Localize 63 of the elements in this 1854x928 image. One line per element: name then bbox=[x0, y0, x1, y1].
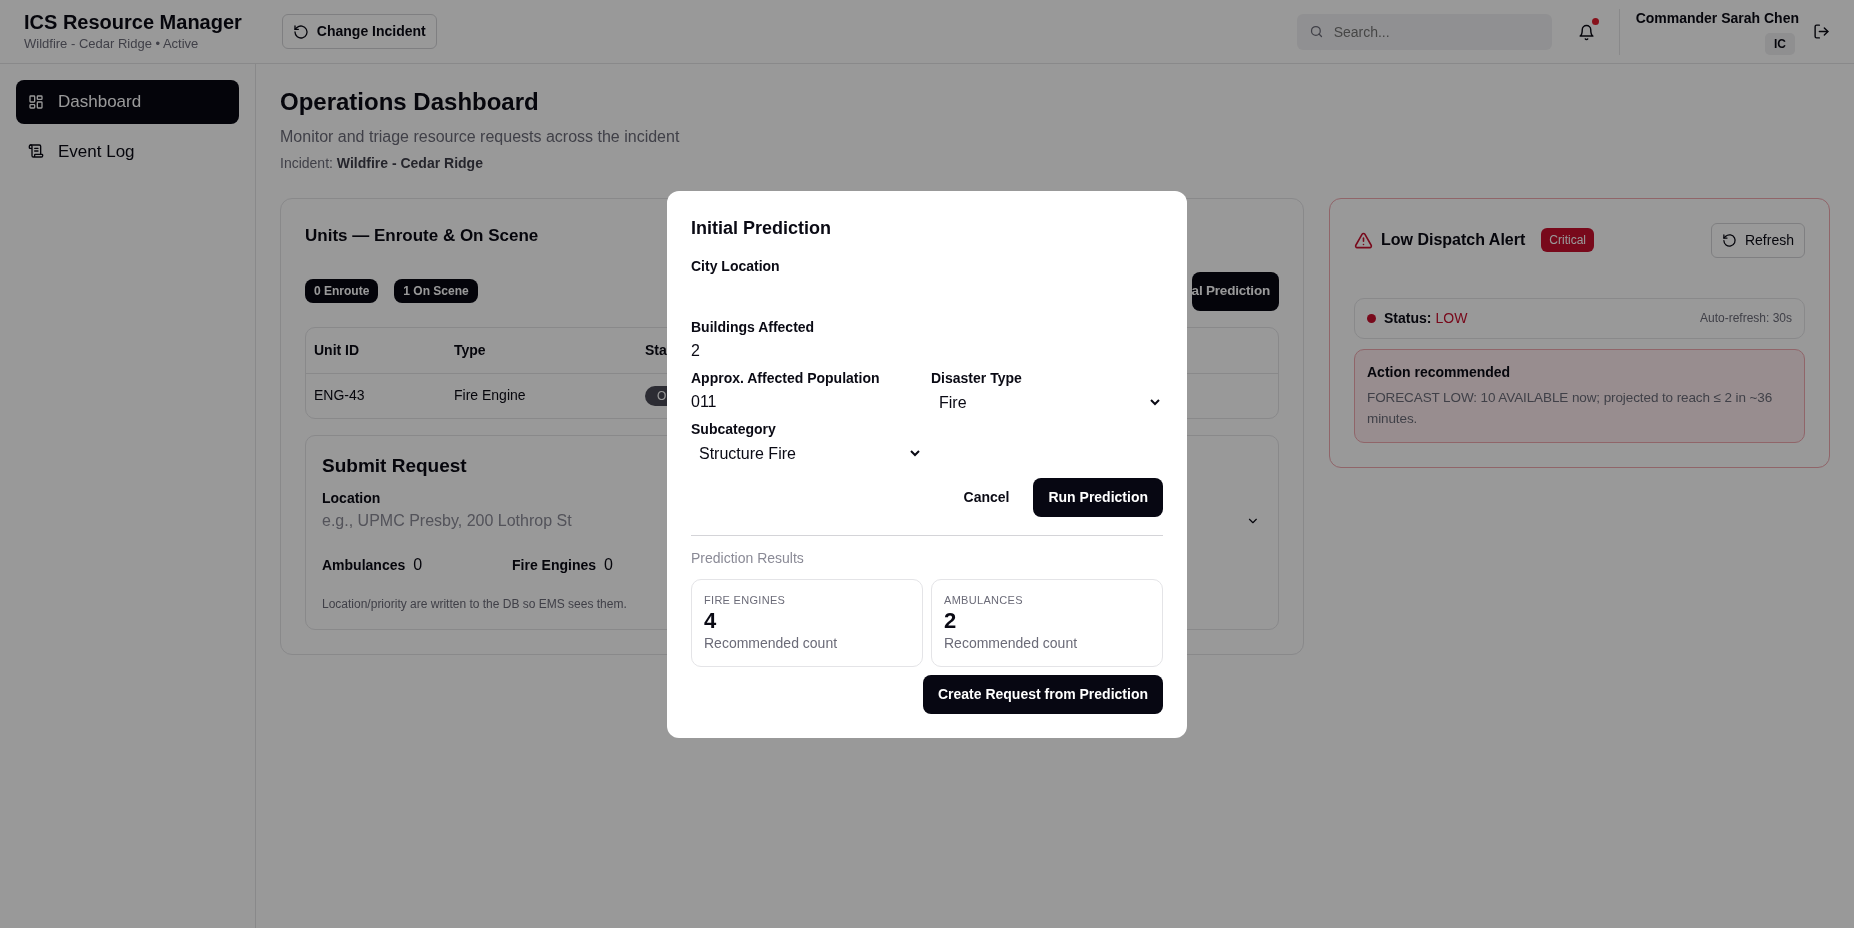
auto-refresh-text: Auto-refresh: 30s bbox=[1699, 310, 1792, 328]
field-label: Subcategory bbox=[691, 420, 776, 439]
field-label: Fire Engines bbox=[512, 555, 597, 575]
action-text: FORECAST LOW: 10 AVAILABLE now; projected to reach ≤ 2 in ~36 minutes. bbox=[1367, 388, 1774, 429]
count-badge: 0 Enroute bbox=[305, 279, 379, 304]
incident-subtitle: Wildfire - Cedar Ridge • Active bbox=[24, 34, 200, 53]
run-prediction-button[interactable]: Run Prediction bbox=[1033, 478, 1163, 517]
field-label: Disaster Type bbox=[931, 369, 1022, 388]
refresh-button[interactable]: Refresh bbox=[1710, 222, 1805, 258]
result-value: 4 bbox=[704, 608, 718, 633]
field-label: City Location bbox=[691, 257, 780, 276]
status-value: LOW bbox=[1435, 308, 1468, 328]
input-field[interactable]: 011 bbox=[691, 389, 923, 415]
result-caption: Recommended count bbox=[944, 633, 1079, 653]
scroll-icon bbox=[28, 143, 44, 160]
result-value: 2 bbox=[944, 608, 958, 633]
table-cell-text: ENG-43 bbox=[313, 386, 366, 406]
card-title: Low Dispatch Alert bbox=[1381, 230, 1526, 251]
create-request-button[interactable]: Create Request from Prediction bbox=[922, 674, 1163, 714]
card-title: Units — Enroute & On Scene bbox=[305, 224, 539, 247]
field-label: Approx. Affected Population bbox=[691, 369, 880, 388]
logout-icon[interactable] bbox=[1813, 23, 1830, 40]
prediction-button[interactable]: al Prediction bbox=[1191, 272, 1279, 311]
app-title: ICS Resource Manager bbox=[24, 9, 242, 34]
status-label: Status: bbox=[1384, 308, 1432, 328]
change-incident-button[interactable]: Change Incident bbox=[281, 14, 437, 49]
field-label: Ambulances bbox=[322, 555, 406, 575]
table-cell-text: Fire Engine bbox=[453, 386, 527, 406]
user-name: Commander Sarah Chen bbox=[1635, 9, 1799, 28]
dialog-title: Initial Prediction bbox=[691, 217, 833, 240]
section-title: Prediction Results bbox=[691, 549, 805, 568]
count-badge: 1 On Scene bbox=[394, 279, 478, 304]
warning-icon bbox=[1354, 230, 1373, 250]
role-badge: IC bbox=[1765, 33, 1795, 55]
grid-icon bbox=[28, 93, 44, 110]
count-value: 0 bbox=[604, 555, 613, 576]
column-header: Unit ID bbox=[313, 340, 361, 360]
severity-badge: Critical bbox=[1541, 228, 1594, 253]
form-note: Location/priority are written to the DB so EMS sees them. bbox=[322, 596, 627, 614]
incident-line: Incident: Wildfire - Cedar Ridge bbox=[280, 153, 484, 173]
column-header: Type bbox=[453, 340, 487, 360]
bell-icon bbox=[1577, 23, 1595, 41]
search-icon bbox=[1308, 24, 1324, 39]
page-subtitle: Monitor and triage resource requests across the incident bbox=[280, 126, 681, 147]
action-title: Action recommended bbox=[1367, 362, 1512, 382]
select-field[interactable]: Fire bbox=[931, 389, 1163, 415]
count-value: 0 bbox=[413, 555, 423, 576]
sidebar-item[interactable]: Event Log bbox=[16, 129, 239, 173]
field-label: Location bbox=[322, 489, 381, 509]
result-label: AMBULANCES bbox=[944, 593, 1024, 608]
result-caption: Recommended count bbox=[704, 633, 839, 653]
sidebar-item[interactable]: Dashboard bbox=[16, 80, 239, 124]
column-header: Sta bbox=[644, 340, 667, 360]
page-title: Operations Dashboard bbox=[280, 88, 540, 117]
refresh-icon bbox=[292, 23, 309, 40]
search-field[interactable]: Search... bbox=[1296, 13, 1552, 50]
select-field[interactable]: Structure Fire bbox=[691, 440, 923, 466]
input-field[interactable]: 2 bbox=[691, 338, 1163, 364]
result-label: FIRE ENGINES bbox=[704, 593, 787, 608]
field-label: Buildings Affected bbox=[691, 318, 815, 337]
refresh-icon bbox=[1721, 232, 1737, 248]
card-title: Submit Request bbox=[322, 453, 467, 478]
search-input[interactable]: Search... bbox=[1331, 13, 1540, 50]
